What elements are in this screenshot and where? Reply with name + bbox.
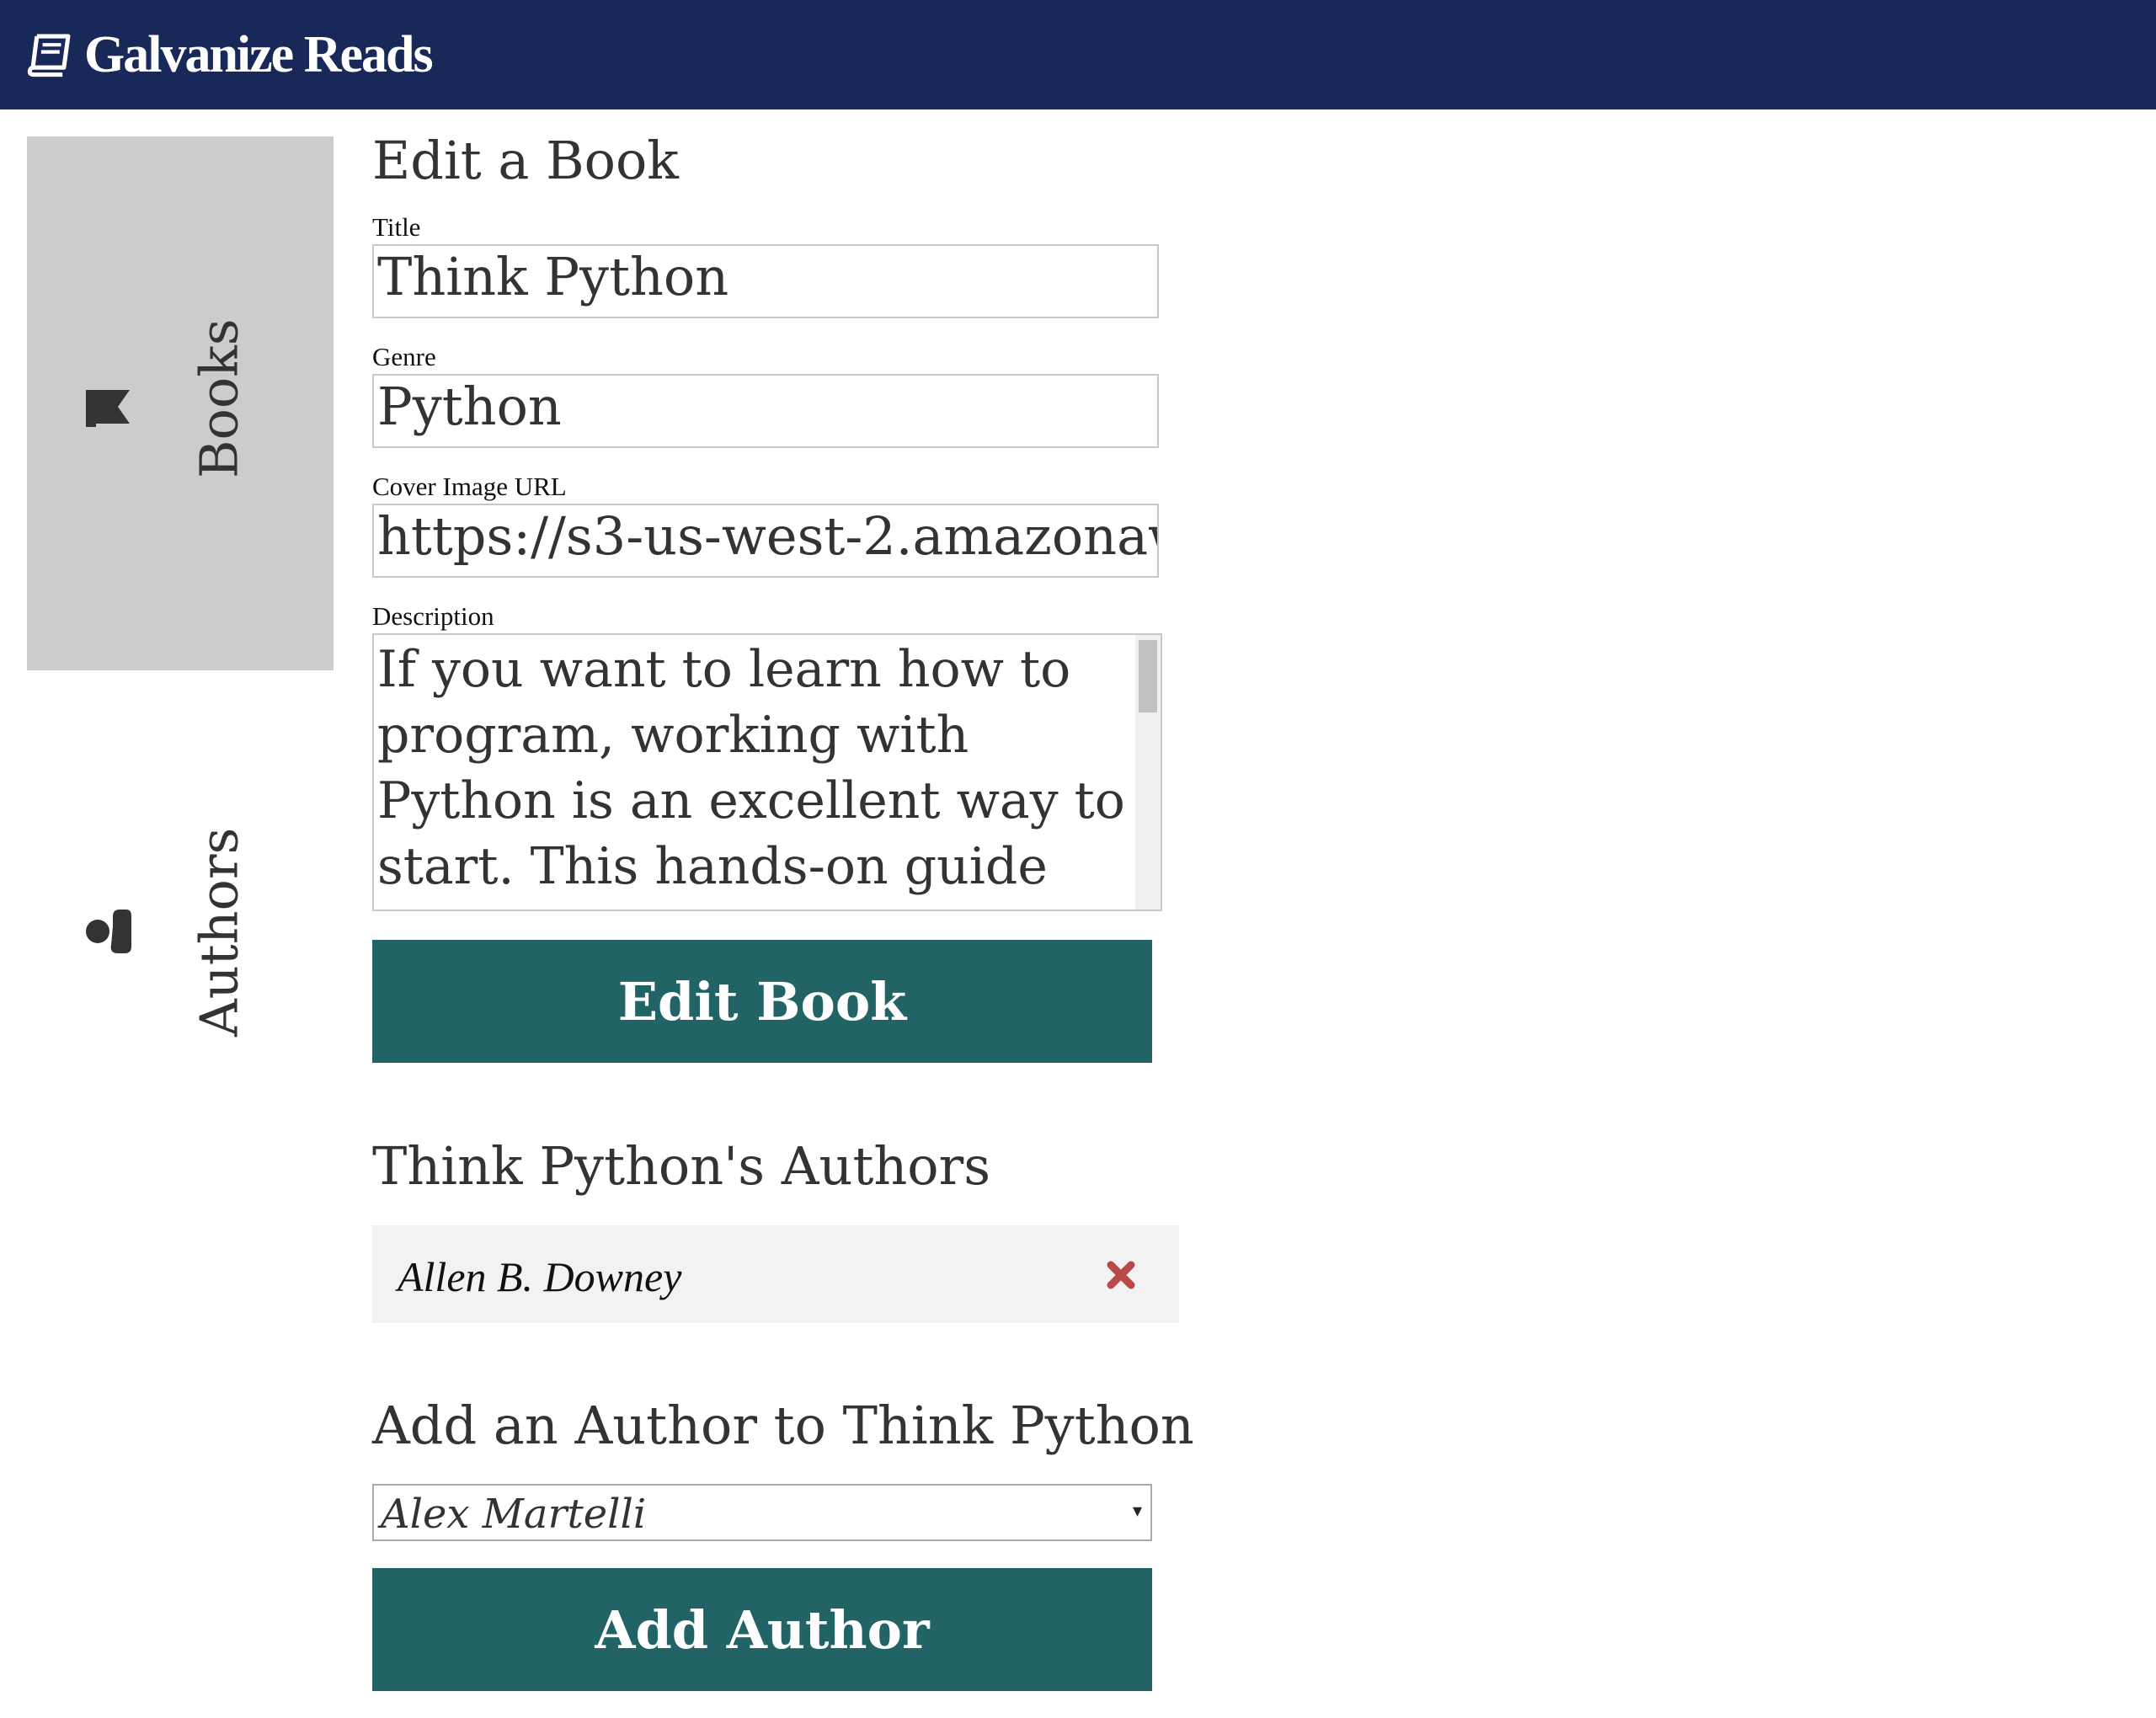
author-name: Allen B. Downey <box>398 1253 682 1300</box>
sidebar-item-label: Authors <box>188 827 250 1038</box>
author-select[interactable]: Alex Martelli ▾ <box>372 1484 1152 1541</box>
title-field[interactable]: Think Python <box>372 244 1159 318</box>
description-field[interactable]: If you want to learn how to program, wor… <box>372 633 1162 911</box>
description-text: If you want to learn how to program, wor… <box>377 640 1125 896</box>
book-icon <box>27 32 72 77</box>
chevron-down-icon: ▾ <box>1132 1501 1142 1522</box>
edit-book-button[interactable]: Edit Book <box>372 940 1152 1063</box>
genre-label: Genre <box>372 342 436 371</box>
sidebar-item-authors[interactable]: Authors <box>27 670 334 1108</box>
author-select-value: Alex Martelli <box>381 1491 647 1538</box>
brand-name: Galvanize Reads <box>84 25 434 83</box>
description-label: Description <box>372 601 494 631</box>
add-author-button[interactable]: Add Author <box>372 1568 1152 1691</box>
author-list-item: Allen B. Downey <box>372 1225 1179 1323</box>
title-label: Title <box>372 212 421 242</box>
top-navbar: Galvanize Reads <box>0 0 2156 109</box>
bookmark-flag-icon <box>84 383 133 432</box>
authors-heading: Think Python's Authors <box>372 1135 991 1197</box>
users-icon <box>84 906 133 955</box>
sidebar-item-label: Books <box>188 318 250 478</box>
add-author-heading: Add an Author to Think Python <box>372 1395 1194 1456</box>
scrollbar-thumb[interactable] <box>1139 640 1157 712</box>
brand-link[interactable]: Galvanize Reads <box>27 17 434 93</box>
description-scrollbar[interactable] <box>1135 635 1161 910</box>
sidebar: Books Authors <box>27 136 334 1108</box>
sidebar-item-books[interactable]: Books <box>27 136 334 670</box>
page-title: Edit a Book <box>372 130 679 191</box>
cover-url-field[interactable]: https://s3-us-west-2.amazonaw <box>372 504 1159 578</box>
remove-author-icon[interactable] <box>1105 1259 1137 1291</box>
cover-url-label: Cover Image URL <box>372 472 567 501</box>
genre-field[interactable]: Python <box>372 374 1159 448</box>
